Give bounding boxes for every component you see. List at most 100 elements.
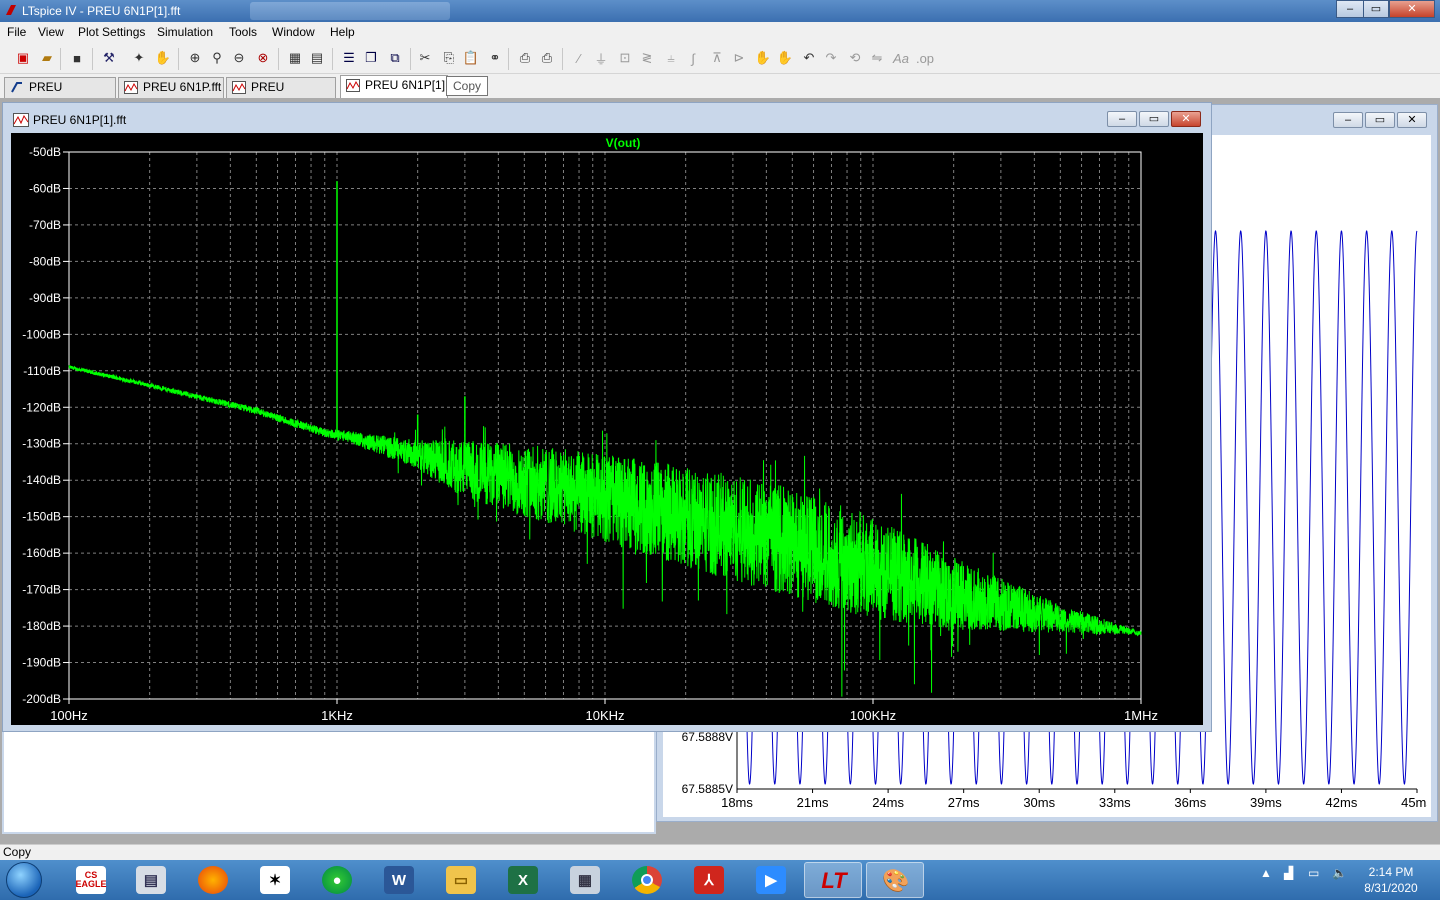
x-tick-label: 36ms xyxy=(1174,795,1206,810)
schematic-window[interactable] xyxy=(2,730,656,834)
capacitor-icon[interactable]: ⫨ xyxy=(662,49,680,67)
fit-icon[interactable]: ▤ xyxy=(308,49,326,67)
y-tick-label: -130dB xyxy=(22,437,61,451)
spice-directive-icon[interactable]: .op xyxy=(916,49,934,67)
display-icon[interactable]: ▭ xyxy=(1308,866,1319,880)
clock-date: 8/31/2020 xyxy=(1364,881,1418,895)
taskbar-kicad[interactable]: ● xyxy=(308,862,366,898)
paste-icon[interactable]: 📋 xyxy=(462,49,480,67)
run-icon[interactable]: ✦ xyxy=(130,49,148,67)
taskbar-zoom[interactable]: ▶ xyxy=(742,862,800,898)
pan-icon[interactable]: ✋ xyxy=(154,49,172,67)
taskbar-calculator[interactable]: ▦ xyxy=(556,862,614,898)
waveform-icon xyxy=(232,81,246,94)
show-hidden-icon[interactable]: ▲ xyxy=(1260,866,1272,880)
taskbar-inkscape[interactable]: ✶ xyxy=(246,862,304,898)
copy-icon[interactable]: ⎘ xyxy=(440,49,458,67)
minimize-button[interactable]: – xyxy=(1336,0,1364,18)
x-tick-label: 42ms xyxy=(1326,795,1358,810)
zoom-pan-icon[interactable]: ⚲ xyxy=(208,49,226,67)
tab-preu-raw[interactable]: PREU 6N1P.raw xyxy=(226,77,336,113)
network-icon[interactable]: ▟ xyxy=(1284,866,1293,880)
maximize-button[interactable]: ▭ xyxy=(1363,0,1389,18)
mirror-icon[interactable]: ⇋ xyxy=(868,49,886,67)
move-icon[interactable]: ✋ xyxy=(754,49,772,67)
diode-icon[interactable]: ⊼ xyxy=(708,49,726,67)
fft-plot[interactable]: -50dB -60dB -70dB -80dB -90dB -100dB -110dB -12… xyxy=(11,133,1203,725)
chrome-icon xyxy=(632,866,662,894)
taskbar-chrome[interactable] xyxy=(618,862,676,898)
zoom-fit-icon[interactable]: ⊗ xyxy=(254,49,272,67)
copy-tooltip: Copy xyxy=(446,76,489,96)
taskbar-explorer[interactable]: ▭ xyxy=(432,862,490,898)
tab-preu-asc[interactable]: PREU 6N1P.asc xyxy=(4,77,116,113)
tran-maximize-button[interactable]: ▭ xyxy=(1365,112,1395,128)
ltspice-icon xyxy=(6,5,16,15)
find-icon[interactable]: ⚭ xyxy=(486,49,504,67)
tab-bar: PREU 6N1P.asc PREU 6N1P.fft PREU 6N1P.ra… xyxy=(0,74,1440,113)
menu-plot-settings[interactable]: Plot Settings xyxy=(78,25,145,39)
save-icon[interactable]: ■ xyxy=(68,49,86,67)
component-icon[interactable]: ⊳ xyxy=(730,49,748,67)
redo-icon[interactable]: ↷ xyxy=(822,49,840,67)
x-tick-label: 33ms xyxy=(1099,795,1131,810)
ground-icon[interactable]: ⏚ xyxy=(592,49,610,67)
zoom-in-icon[interactable]: ⊕ xyxy=(186,49,204,67)
wire-icon[interactable]: ∕ xyxy=(570,49,588,67)
text-icon[interactable]: Aa xyxy=(892,49,910,67)
print-setup-icon[interactable]: ⎙ xyxy=(516,49,534,67)
rotate-icon[interactable]: ⟲ xyxy=(846,49,864,67)
x-tick-label: 100KHz xyxy=(850,708,896,723)
autorange-icon[interactable]: ▦ xyxy=(286,49,304,67)
fft-minimize-button[interactable]: – xyxy=(1107,111,1137,127)
zoom-out-icon[interactable]: ⊖ xyxy=(230,49,248,67)
tab-label: PREU 6N1P[1].fft xyxy=(365,78,448,92)
control-panel-icon[interactable]: ⚒ xyxy=(100,49,118,67)
menu-tools[interactable]: Tools xyxy=(229,25,257,39)
y-tick-label: -170dB xyxy=(22,583,61,597)
menu-simulation[interactable]: Simulation xyxy=(157,25,213,39)
cut-icon[interactable]: ✂ xyxy=(416,49,434,67)
taskbar-acrobat[interactable]: ⅄ xyxy=(680,862,738,898)
clock[interactable]: 2:14 PM 8/31/2020 xyxy=(1356,864,1426,896)
drag-icon[interactable]: ✋ xyxy=(776,49,794,67)
taskbar-word[interactable]: W xyxy=(370,862,428,898)
taskbar-paint[interactable]: 🎨 xyxy=(866,862,924,898)
menu-help[interactable]: Help xyxy=(330,25,355,39)
y-tick-label: 67.5885V xyxy=(682,782,733,796)
tile-vertical-icon[interactable]: ⧉ xyxy=(386,49,404,67)
taskbar-ltspice[interactable]: LT xyxy=(804,862,862,898)
start-button[interactable] xyxy=(6,862,42,898)
waveform-icon xyxy=(346,79,360,92)
tran-close-button[interactable]: ✕ xyxy=(1397,112,1427,128)
close-button[interactable]: ✕ xyxy=(1389,0,1435,18)
label-net-icon[interactable]: ⊡ xyxy=(616,49,634,67)
tran-minimize-button[interactable]: – xyxy=(1333,112,1363,128)
taskbar-computer[interactable]: ▤ xyxy=(122,862,180,898)
clock-time: 2:14 PM xyxy=(1368,865,1414,879)
tab-preu-1-fft[interactable]: PREU 6N1P[1].fft xyxy=(340,75,448,98)
x-tick-label: 18ms xyxy=(721,795,753,810)
y-tick-label: -150dB xyxy=(22,510,61,524)
taskbar-firefox[interactable] xyxy=(184,862,242,898)
inductor-icon[interactable]: ∫ xyxy=(684,49,702,67)
fft-window[interactable]: PREU 6N1P[1].fft – ▭ ✕ -50dB -60dB -70dB -8… xyxy=(2,102,1212,732)
excel-icon: X xyxy=(508,866,538,894)
fft-maximize-button[interactable]: ▭ xyxy=(1139,111,1169,127)
taskbar-excel[interactable]: X xyxy=(494,862,552,898)
tile-horizontal-icon[interactable]: ☰ xyxy=(340,49,358,67)
cascade-icon[interactable]: ❐ xyxy=(362,49,380,67)
resistor-icon[interactable]: ≷ xyxy=(638,49,656,67)
taskbar-eagle[interactable]: CS EAGLE xyxy=(62,862,120,898)
volume-icon[interactable]: 🔈 xyxy=(1332,866,1347,880)
menu-file[interactable]: File xyxy=(7,25,26,39)
menu-view[interactable]: View xyxy=(38,25,64,39)
y-tick-label: -200dB xyxy=(22,692,61,706)
print-icon[interactable]: ⎙ xyxy=(538,49,556,67)
menu-window[interactable]: Window xyxy=(272,25,315,39)
open-icon[interactable]: ▰ xyxy=(38,49,56,67)
fft-close-button[interactable]: ✕ xyxy=(1171,111,1201,127)
undo-icon[interactable]: ↶ xyxy=(800,49,818,67)
new-schematic-icon[interactable]: ▣ xyxy=(14,49,32,67)
tab-preu-fft[interactable]: PREU 6N1P.fft xyxy=(118,77,224,98)
